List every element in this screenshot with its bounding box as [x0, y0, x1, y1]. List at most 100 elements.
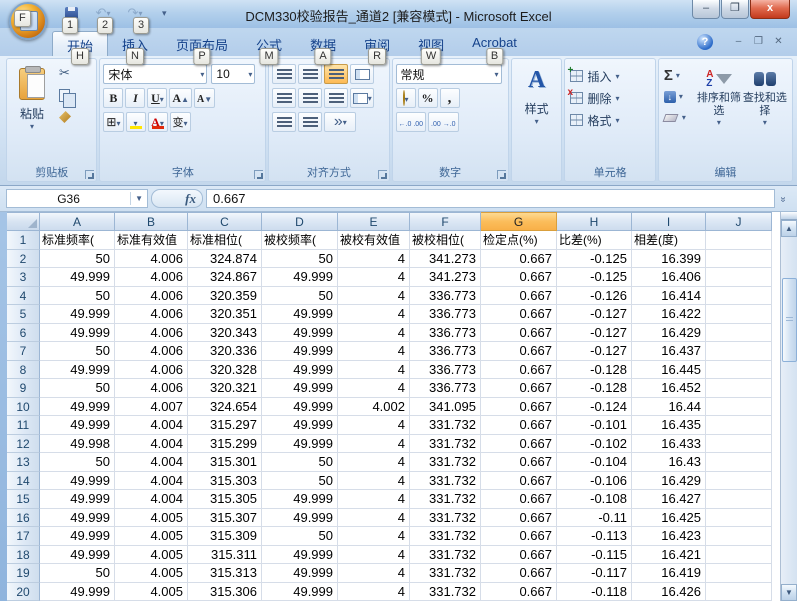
comma-style-button[interactable]: , [440, 88, 460, 108]
cell-styles-button[interactable]: A 样式 ▾ [525, 67, 549, 126]
cell-I9[interactable]: 16.452 [632, 379, 706, 398]
cell-J12[interactable] [706, 435, 772, 454]
cell-E11[interactable]: 4 [338, 416, 410, 435]
cell-F4[interactable]: 336.773 [410, 287, 481, 306]
cell-B12[interactable]: 4.004 [115, 435, 188, 454]
cell-D17[interactable]: 50 [262, 527, 338, 546]
column-header-J[interactable]: J [706, 212, 772, 231]
cell-H19[interactable]: -0.117 [557, 564, 632, 583]
cell-A12[interactable]: 49.998 [40, 435, 115, 454]
cell-B5[interactable]: 4.006 [115, 305, 188, 324]
cell-I8[interactable]: 16.445 [632, 361, 706, 380]
cell-D7[interactable]: 49.999 [262, 342, 338, 361]
column-header-D[interactable]: D [262, 212, 338, 231]
cell-E8[interactable]: 4 [338, 361, 410, 380]
cell-J6[interactable] [706, 324, 772, 343]
cell-H3[interactable]: -0.125 [557, 268, 632, 287]
cell-A17[interactable]: 49.999 [40, 527, 115, 546]
row-header-19[interactable]: 19 [7, 564, 40, 583]
cell-D19[interactable]: 49.999 [262, 564, 338, 583]
cell-C16[interactable]: 315.307 [188, 509, 262, 528]
row-header-11[interactable]: 11 [7, 416, 40, 435]
cell-E15[interactable]: 4 [338, 490, 410, 509]
cell-D10[interactable]: 49.999 [262, 398, 338, 417]
cell-C2[interactable]: 324.874 [188, 250, 262, 269]
cell-H15[interactable]: -0.108 [557, 490, 632, 509]
insert-cells-button[interactable]: 插入▾ [568, 65, 651, 87]
cell-J3[interactable] [706, 268, 772, 287]
cell-F8[interactable]: 336.773 [410, 361, 481, 380]
cell-D9[interactable]: 49.999 [262, 379, 338, 398]
cell-J9[interactable] [706, 379, 772, 398]
cell-A1[interactable]: 标准频率( [40, 231, 115, 250]
cell-F13[interactable]: 331.732 [410, 453, 481, 472]
cell-I15[interactable]: 16.427 [632, 490, 706, 509]
tab-review[interactable]: 审阅R [350, 31, 404, 56]
cell-H11[interactable]: -0.101 [557, 416, 632, 435]
cell-B19[interactable]: 4.005 [115, 564, 188, 583]
cell-I6[interactable]: 16.429 [632, 324, 706, 343]
find-select-button[interactable]: 查找和选择 ▾ [742, 65, 788, 165]
cell-E7[interactable]: 4 [338, 342, 410, 361]
vertical-scrollbar[interactable]: ▲ ▼ [780, 212, 797, 601]
help-icon[interactable]: ? [697, 34, 713, 50]
cell-I7[interactable]: 16.437 [632, 342, 706, 361]
cell-C13[interactable]: 315.301 [188, 453, 262, 472]
cell-D5[interactable]: 49.999 [262, 305, 338, 324]
cell-J10[interactable] [706, 398, 772, 417]
row-header-10[interactable]: 10 [7, 398, 40, 417]
cell-G10[interactable]: 0.667 [481, 398, 557, 417]
cell-D12[interactable]: 49.999 [262, 435, 338, 454]
cell-F18[interactable]: 331.732 [410, 546, 481, 565]
cell-C4[interactable]: 320.359 [188, 287, 262, 306]
cell-B6[interactable]: 4.006 [115, 324, 188, 343]
row-header-16[interactable]: 16 [7, 509, 40, 528]
cell-H9[interactable]: -0.128 [557, 379, 632, 398]
orientation-button[interactable]: »▾ [324, 112, 356, 132]
row-header-1[interactable]: 1 [7, 231, 40, 250]
clipboard-dialog-launcher-icon[interactable] [85, 170, 94, 179]
scroll-down-button[interactable]: ▼ [781, 584, 797, 601]
cell-E1[interactable]: 被校有效值 [338, 231, 410, 250]
cell-J1[interactable] [706, 231, 772, 250]
workbook-close-button[interactable]: ✕ [770, 35, 787, 50]
cell-A18[interactable]: 49.999 [40, 546, 115, 565]
tab-page-layout[interactable]: 页面布局P [162, 31, 242, 56]
select-all-button[interactable] [7, 212, 40, 231]
cell-E4[interactable]: 4 [338, 287, 410, 306]
cell-C18[interactable]: 315.311 [188, 546, 262, 565]
cell-G1[interactable]: 检定点(%) [481, 231, 557, 250]
row-header-5[interactable]: 5 [7, 305, 40, 324]
number-dialog-launcher-icon[interactable] [497, 170, 506, 179]
cell-C14[interactable]: 315.303 [188, 472, 262, 491]
cell-I17[interactable]: 16.423 [632, 527, 706, 546]
cell-H18[interactable]: -0.115 [557, 546, 632, 565]
cell-D8[interactable]: 49.999 [262, 361, 338, 380]
cell-J18[interactable] [706, 546, 772, 565]
cell-J17[interactable] [706, 527, 772, 546]
row-header-9[interactable]: 9 [7, 379, 40, 398]
cell-B11[interactable]: 4.004 [115, 416, 188, 435]
cell-I4[interactable]: 16.414 [632, 287, 706, 306]
cell-D20[interactable]: 49.999 [262, 583, 338, 601]
insert-function-button[interactable]: fx [151, 189, 203, 208]
cell-F3[interactable]: 341.273 [410, 268, 481, 287]
cell-A15[interactable]: 49.999 [40, 490, 115, 509]
row-header-17[interactable]: 17 [7, 527, 40, 546]
cell-G8[interactable]: 0.667 [481, 361, 557, 380]
cell-I19[interactable]: 16.419 [632, 564, 706, 583]
cell-A9[interactable]: 50 [40, 379, 115, 398]
cell-E14[interactable]: 4 [338, 472, 410, 491]
cell-A14[interactable]: 49.999 [40, 472, 115, 491]
cell-B16[interactable]: 4.005 [115, 509, 188, 528]
cell-J8[interactable] [706, 361, 772, 380]
increase-decimal-button[interactable]: ←.0 .00 [396, 112, 427, 132]
align-center-button[interactable] [298, 88, 322, 108]
cell-H8[interactable]: -0.128 [557, 361, 632, 380]
cell-F11[interactable]: 331.732 [410, 416, 481, 435]
cell-I10[interactable]: 16.44 [632, 398, 706, 417]
cell-G2[interactable]: 0.667 [481, 250, 557, 269]
paste-dropdown-icon[interactable]: ▾ [30, 122, 34, 131]
cell-D1[interactable]: 被校频率( [262, 231, 338, 250]
cell-B8[interactable]: 4.006 [115, 361, 188, 380]
